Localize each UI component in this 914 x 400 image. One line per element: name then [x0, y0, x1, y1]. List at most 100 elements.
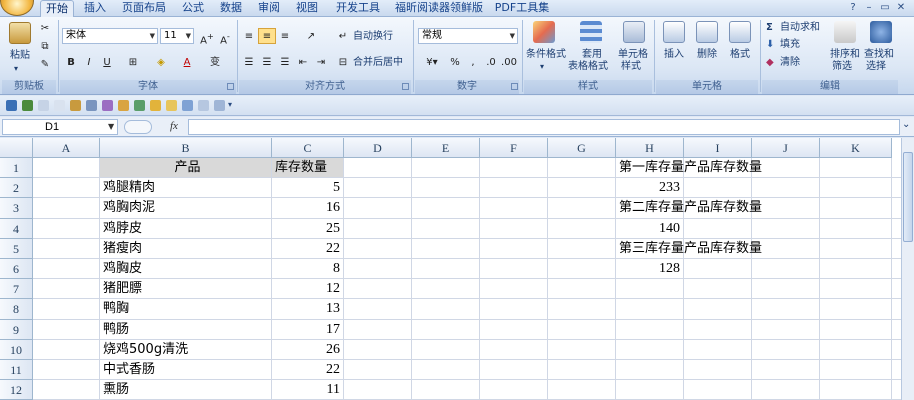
borders-icon[interactable]: ⊞: [124, 54, 142, 70]
shrink-font-icon[interactable]: A-: [216, 28, 234, 46]
number-dialog-launcher-icon[interactable]: [511, 83, 518, 90]
row-header-7[interactable]: 7: [0, 279, 33, 300]
cell-c4[interactable]: 25: [272, 219, 344, 239]
cell-h5[interactable]: 第三库存量产品库存数量: [616, 239, 762, 259]
format-cells-icon[interactable]: [729, 21, 751, 43]
clear-button[interactable]: 清除: [780, 57, 800, 69]
cell-c3[interactable]: 16: [272, 198, 344, 218]
fill-button[interactable]: 填充: [780, 39, 800, 51]
paste-icon[interactable]: [9, 22, 31, 44]
insert-cells-button[interactable]: 插入: [664, 49, 684, 61]
select-all-corner[interactable]: [0, 138, 33, 158]
delete-cells-button[interactable]: 删除: [697, 49, 717, 61]
accounting-format-icon[interactable]: ¥▾: [420, 54, 444, 70]
cell-b8[interactable]: 鸭胸: [100, 299, 272, 319]
column-header-f[interactable]: F: [480, 138, 548, 158]
sort-filter-icon[interactable]: [834, 21, 856, 43]
email-icon[interactable]: [118, 100, 129, 111]
align-left-icon[interactable]: ☰: [240, 54, 258, 70]
column-header-j[interactable]: J: [752, 138, 820, 158]
row-header-2[interactable]: 2: [0, 178, 33, 199]
column-header-h[interactable]: H: [616, 138, 684, 158]
cell-b12[interactable]: 熏肠: [100, 380, 272, 400]
cell-b4[interactable]: 鸡脖皮: [100, 219, 272, 239]
comma-style-button[interactable]: ,: [464, 54, 482, 70]
cell-c5[interactable]: 22: [272, 239, 344, 259]
cell-b11[interactable]: 中式香肠: [100, 360, 272, 380]
print-preview-icon[interactable]: [102, 100, 113, 111]
table-icon[interactable]: [182, 100, 193, 111]
minimize-icon[interactable]: –: [862, 1, 876, 14]
cell-c10[interactable]: 26: [272, 340, 344, 360]
column-header-c[interactable]: C: [272, 138, 344, 158]
row-header-1[interactable]: 1: [0, 158, 33, 179]
align-top-icon[interactable]: ≡: [240, 28, 258, 44]
column-header-a[interactable]: A: [33, 138, 100, 158]
cell-b10[interactable]: 烧鸡500g清洗: [100, 340, 272, 360]
find-select-icon[interactable]: [870, 21, 892, 43]
window-icon[interactable]: [198, 100, 209, 111]
fill-down-icon[interactable]: ⬇: [766, 39, 774, 51]
office-button[interactable]: [0, 0, 34, 16]
cell-h3[interactable]: 第二库存量产品库存数量: [616, 198, 762, 218]
fill-color-icon[interactable]: ◈: [152, 54, 170, 70]
column-header-e[interactable]: E: [412, 138, 480, 158]
underline-button[interactable]: U: [98, 54, 116, 70]
sigma-icon[interactable]: Σ: [766, 22, 773, 34]
bold-button[interactable]: B: [62, 54, 80, 70]
grow-font-icon[interactable]: A+: [198, 28, 216, 46]
phonetic-icon[interactable]: 变: [206, 54, 224, 70]
format-as-table-button[interactable]: 套用: [582, 49, 602, 61]
undo-icon[interactable]: [22, 100, 33, 111]
column-header-i[interactable]: I: [684, 138, 752, 158]
cell-b2[interactable]: 鸡腿精肉: [100, 178, 272, 198]
folder-icon[interactable]: [166, 100, 177, 111]
fx-icon[interactable]: fx: [170, 120, 178, 132]
cell-b3[interactable]: 鸡胸肉泥: [100, 198, 272, 218]
cell-styles-button[interactable]: 单元格: [618, 49, 648, 61]
find-select-label-2[interactable]: 选择: [866, 61, 886, 73]
tab-insert[interactable]: 插入: [80, 0, 110, 17]
format-as-table-label-2[interactable]: 表格格式: [568, 61, 608, 73]
font-color-icon[interactable]: A: [178, 54, 196, 70]
tab-home[interactable]: 开始: [40, 0, 74, 18]
insert-cells-icon[interactable]: [663, 21, 685, 43]
align-middle-icon[interactable]: ≡: [258, 28, 276, 44]
scrollbar-thumb[interactable]: [903, 152, 913, 242]
cell-c2[interactable]: 5: [272, 178, 344, 198]
new-icon[interactable]: [150, 100, 161, 111]
sort-filter-button[interactable]: 排序和: [830, 49, 860, 61]
font-size-select[interactable]: 11 ▼: [160, 28, 194, 44]
open-icon[interactable]: [70, 100, 81, 111]
cell-h2[interactable]: 233: [616, 178, 684, 198]
row-header-8[interactable]: 8: [0, 299, 33, 320]
frame-icon[interactable]: [214, 100, 225, 111]
row-header-12[interactable]: 12: [0, 380, 33, 400]
cell-h4[interactable]: 140: [616, 219, 684, 239]
format-as-table-icon[interactable]: [580, 21, 602, 43]
print-icon[interactable]: [86, 100, 97, 111]
tab-pdf-tools[interactable]: PDF工具集: [494, 0, 550, 17]
cell-c11[interactable]: 22: [272, 360, 344, 380]
cell-b7[interactable]: 猪肥膘: [100, 279, 272, 299]
align-bottom-icon[interactable]: ≡: [276, 28, 294, 44]
font-dialog-launcher-icon[interactable]: [227, 83, 234, 90]
percent-style-button[interactable]: %: [446, 54, 464, 70]
sort-filter-label-2[interactable]: 筛选: [832, 61, 852, 73]
format-cells-button[interactable]: 格式: [730, 49, 750, 61]
cell-h1[interactable]: 第一库存量产品库存数量: [616, 158, 762, 178]
wrap-text-button[interactable]: 自动换行: [353, 31, 393, 43]
customize-qat-icon[interactable]: ▾: [228, 100, 239, 111]
cell-b9[interactable]: 鸭肠: [100, 320, 272, 340]
save-icon[interactable]: [6, 100, 17, 111]
row-header-11[interactable]: 11: [0, 360, 33, 381]
tab-page-layout[interactable]: 页面布局: [118, 0, 170, 17]
align-right-icon[interactable]: ☰: [276, 54, 294, 70]
eraser-icon[interactable]: ◆: [766, 57, 774, 69]
row-header-9[interactable]: 9: [0, 319, 33, 340]
autosum-button[interactable]: 自动求和: [780, 22, 820, 34]
row-header-4[interactable]: 4: [0, 218, 33, 239]
decrease-indent-icon[interactable]: ⇤: [294, 54, 312, 70]
cell-c1[interactable]: 库存数量: [272, 158, 344, 178]
wrap-text-icon[interactable]: ↵: [334, 28, 352, 44]
